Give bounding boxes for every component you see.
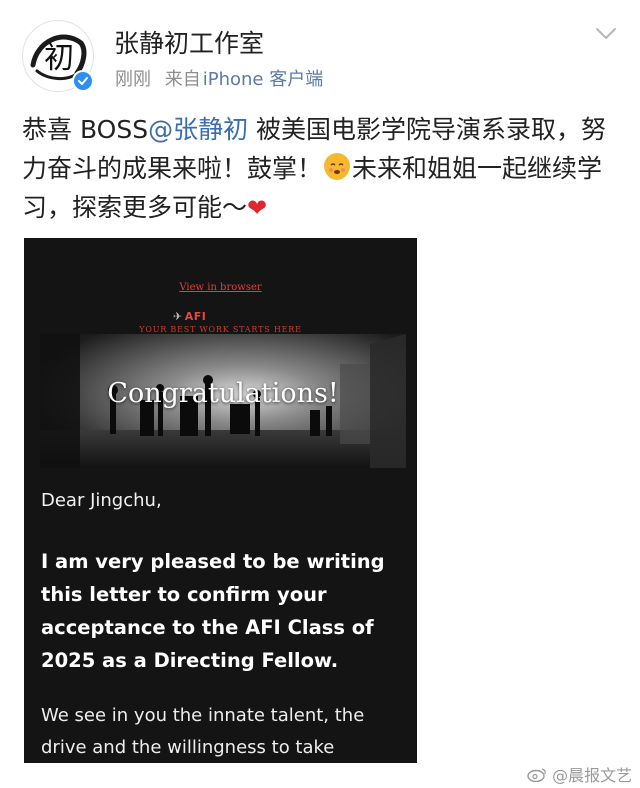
author-name[interactable]: 张静初工作室 [114,24,264,60]
verified-badge-icon [72,70,94,92]
avatar-text: 初 [44,41,74,76]
letter-body-paragraph: We see in you the innate talent, the dri… [41,705,365,758]
chevron-down-icon[interactable] [594,26,618,42]
hero-title: Congratulations! [107,378,339,409]
post-meta: 刚刚 来自 iPhone 客户端 [115,65,323,91]
afi-tagline: YOUR BEST WORK STARTS HERE [139,325,302,334]
post-text-part1: 恭喜 BOSS [22,115,149,144]
letter-salutation: Dear Jingchu, [41,490,162,511]
mention-link[interactable]: @张静初 [148,115,248,144]
blush-icon [324,153,351,180]
post-time: 刚刚 [115,69,151,90]
post-source-prefix: 来自 [164,69,201,90]
weibo-logo-icon [527,768,546,782]
letter-acceptance-paragraph: I am very pleased to be writing this let… [41,550,385,672]
afi-wing-icon: ✈ [173,310,183,323]
watermark-text: @晨报文艺 [552,766,633,785]
post-source-device[interactable]: iPhone 客户端 [203,69,323,90]
heart-icon: ❤ [247,194,268,222]
post-header: 初 张静初工作室 刚刚 来自 iPhone 客户端 [0,0,640,100]
hero-image: Congratulations! [40,334,406,468]
weibo-watermark: @晨报文艺 [527,762,632,786]
view-in-browser-link[interactable]: View in browser [24,282,417,293]
afi-logo-text: AFI [184,310,207,323]
post-body: 恭喜 BOSS@张静初 被美国电影学院导演系录取，努力奋斗的成果来啦！鼓掌！ 未来… [22,110,622,228]
acceptance-letter-image[interactable]: View in browser ✈ AFI YOUR BEST WORK STAR… [24,238,417,763]
afi-logo: ✈ AFI [173,310,206,323]
